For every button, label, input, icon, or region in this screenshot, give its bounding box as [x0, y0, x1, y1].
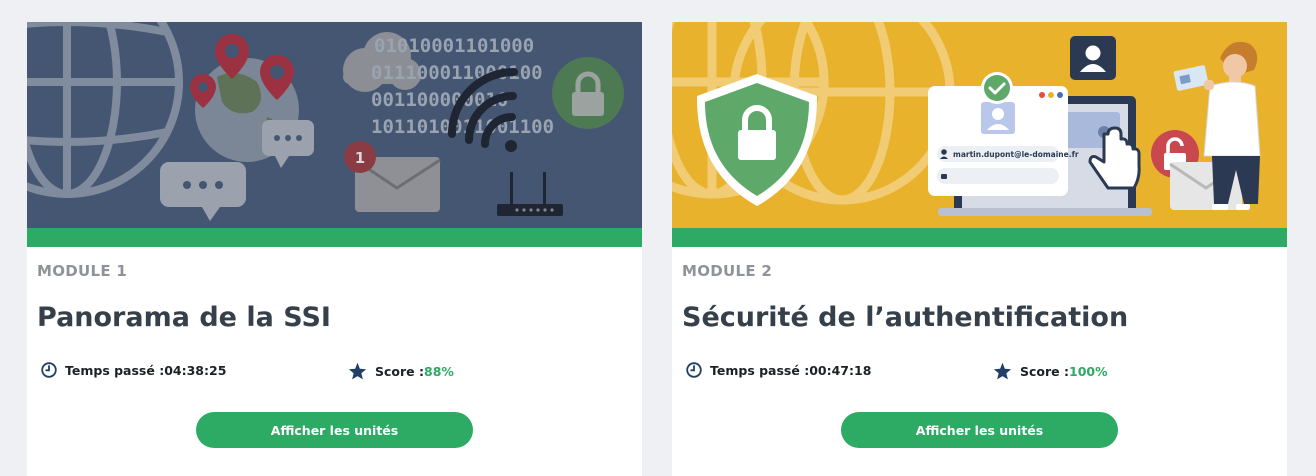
module-title: Panorama de la SSI: [37, 302, 331, 333]
mail-badge: 1: [355, 149, 365, 167]
show-units-button[interactable]: Afficher les unités: [841, 412, 1118, 448]
module-card-1: 01010001101000 011100011000100 001100000…: [27, 22, 642, 476]
time-spent-value: 00:47:18: [809, 362, 872, 378]
score: Score : 100%: [993, 362, 1108, 380]
score-label: Score :: [1020, 363, 1069, 379]
score-value: 100%: [1069, 363, 1108, 379]
progress-bar: [27, 228, 642, 247]
module-card-2: martin.dupont@le-domaine.fr MODULE 2 Séc…: [672, 22, 1287, 476]
progress-fill: [672, 228, 1287, 247]
binary-row-4: 1011010011001100: [371, 116, 554, 138]
time-spent-value: 04:38:25: [164, 362, 227, 378]
score-label: Score :: [375, 363, 424, 379]
show-units-button[interactable]: Afficher les unités: [196, 412, 473, 448]
score: Score : 88%: [348, 362, 454, 380]
check-icon: [981, 72, 1013, 104]
star-icon: [993, 362, 1012, 380]
time-spent-label: Temps passé :: [710, 362, 810, 378]
module-number: MODULE 1: [37, 262, 128, 280]
star-icon: [348, 362, 367, 380]
clock-icon: [686, 362, 702, 378]
login-email: martin.dupont@le-domaine.fr: [953, 150, 1079, 159]
progress-fill: [27, 228, 642, 247]
network-security-illustration: 01010001101000 011100011000100 001100000…: [27, 22, 642, 228]
authentication-illustration: martin.dupont@le-domaine.fr: [672, 22, 1287, 228]
binary-row-1: 01010001101000: [374, 35, 534, 57]
user-avatar-icon: [1070, 36, 1116, 80]
time-spent: Temps passé : 04:38:25: [41, 362, 226, 378]
lock-icon: [552, 57, 624, 129]
module-title: Sécurité de l’authentification: [682, 302, 1129, 333]
module-1-banner: 01010001101000 011100011000100 001100000…: [27, 22, 642, 228]
score-value: 88%: [424, 363, 454, 379]
module-number: MODULE 2: [682, 262, 773, 280]
module-2-banner: martin.dupont@le-domaine.fr: [672, 22, 1287, 228]
clock-icon: [41, 362, 57, 378]
time-spent: Temps passé : 00:47:18: [686, 362, 871, 378]
time-spent-label: Temps passé :: [65, 362, 165, 378]
progress-bar: [672, 228, 1287, 247]
